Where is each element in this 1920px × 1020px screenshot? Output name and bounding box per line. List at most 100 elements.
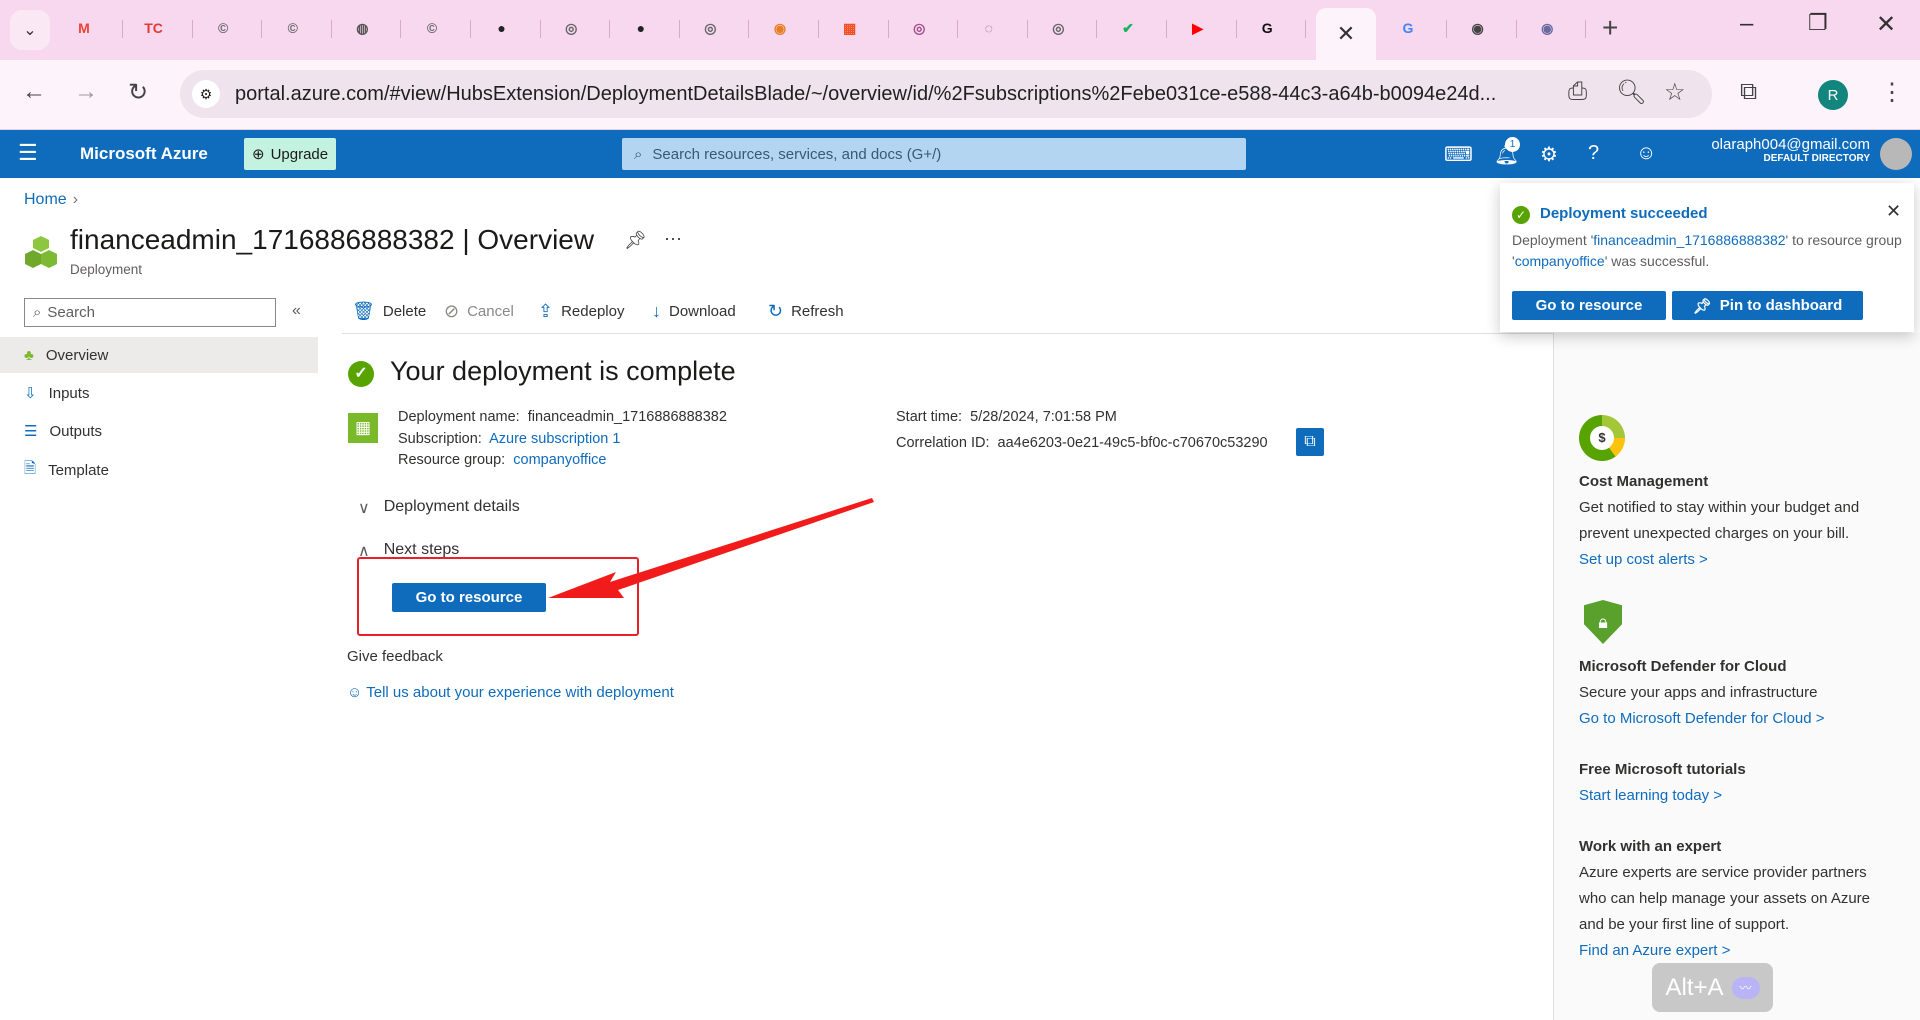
microsoft-icon: ▦ (842, 19, 857, 36)
sidebar-item-template[interactable]: 🗎︎ Template (0, 452, 318, 488)
browser-tab[interactable]: ▶ (1184, 14, 1212, 42)
redeploy-button[interactable]: ⇪ Redeploy (538, 298, 624, 324)
tab-separator (957, 20, 959, 38)
browser-tab[interactable]: ✔ (1114, 14, 1142, 42)
help-icon[interactable]: ? (1588, 142, 1599, 165)
refresh-button[interactable]: ↻ Refresh (768, 298, 844, 324)
inputs-icon: ⇩ (24, 385, 37, 402)
site-icon: ◉ (1541, 19, 1554, 36)
browser-tab[interactable]: ● (488, 14, 516, 42)
upload-icon: ⇪ (538, 300, 554, 321)
expert-text: Azure experts are service provider partn… (1579, 864, 1867, 881)
download-icon: ↓ (652, 300, 661, 321)
refresh-icon: ↻ (768, 300, 784, 321)
tc-icon: TC (144, 20, 163, 36)
browser-tab[interactable]: ◌ (975, 14, 1003, 42)
browser-tab[interactable]: G (1253, 14, 1281, 42)
close-icon[interactable]: ✕ (1886, 201, 1901, 222)
feedback-link[interactable]: ☺ Tell us about your experience with dep… (347, 684, 674, 701)
recommendations-panel: $ Cost Management Get notified to stay w… (1553, 333, 1920, 1020)
browser-tab[interactable]: ◎ (696, 14, 724, 42)
cost-text: Get notified to stay within your budget … (1579, 499, 1860, 516)
reload-button[interactable]: ↻ (128, 78, 148, 107)
defender-link[interactable]: Go to Microsoft Defender for Cloud > (1579, 706, 1825, 732)
sidebar-item-overview[interactable]: ♣ Overview (0, 337, 318, 373)
collapse-sidebar-icon[interactable]: « (292, 302, 301, 320)
tab-search-button[interactable]: ⌄ (10, 10, 50, 50)
pin-icon[interactable]: 📌︎ (624, 230, 647, 251)
search-icon: ⌕ (33, 304, 42, 321)
breadcrumb-home[interactable]: Home (24, 191, 67, 208)
shortcut-overlay[interactable]: Alt+A 〰 (1652, 963, 1773, 1012)
feedback-icon[interactable]: ☺ (1636, 142, 1656, 165)
resource-group-link[interactable]: companyoffice (513, 452, 606, 468)
minimize-button[interactable]: – (1740, 10, 1753, 38)
browser-tab[interactable]: TC (140, 14, 168, 42)
portal-menu-icon[interactable]: ☰ (18, 140, 38, 166)
browser-menu-icon[interactable]: ⋮ (1880, 78, 1904, 107)
account-info[interactable]: olaraph004@gmail.com DEFAULT DIRECTORY (1711, 136, 1870, 164)
copy-icon[interactable]: ⧉ (1296, 428, 1324, 456)
go-to-resource-button[interactable]: Go to resource (392, 583, 546, 612)
bookmark-star-icon[interactable]: ☆ (1664, 78, 1686, 107)
settings-gear-icon[interactable]: ⚙ (1540, 142, 1558, 167)
more-options-icon[interactable]: ··· (664, 228, 682, 249)
new-tab-button[interactable]: + (1602, 12, 1618, 44)
browser-tab[interactable]: © (209, 14, 237, 42)
forward-button[interactable]: → (74, 78, 98, 106)
browser-tab[interactable]: ● (627, 14, 655, 42)
toast-group-link[interactable]: companyoffice (1515, 253, 1605, 269)
azure-brand[interactable]: Microsoft Azure (80, 144, 208, 164)
zoom-icon[interactable]: 🔍︎ (1616, 78, 1646, 107)
address-bar[interactable]: ⚙ portal.azure.com/#view/HubsExtension/D… (180, 70, 1712, 118)
correlation-id-row: Correlation ID: aa4e6203-0e21-49c5-bf0c-… (896, 435, 1268, 451)
toast-go-to-resource-button[interactable]: Go to resource (1512, 291, 1666, 320)
colorful-icon: ◉ (773, 19, 787, 36)
install-icon[interactable]: ⎙ (1568, 78, 1587, 106)
browser-tab[interactable]: ▦ (836, 14, 864, 42)
global-search-input[interactable]: ⌕ Search resources, services, and docs (G… (622, 138, 1246, 170)
cost-management-icon: $ (1579, 415, 1625, 461)
close-tab-icon[interactable]: ✕ (1337, 21, 1355, 47)
profile-avatar[interactable]: R (1818, 80, 1848, 110)
toast-deployment-link[interactable]: financeadmin_1716886888382 (1593, 232, 1785, 248)
upgrade-button[interactable]: ⊕ Upgrade (244, 138, 337, 170)
site-icon: ◎ (565, 19, 578, 36)
browser-tab[interactable]: © (418, 14, 446, 42)
expert-link[interactable]: Find an Azure expert > (1579, 938, 1730, 964)
close-window-button[interactable]: ✕ (1876, 10, 1896, 39)
browser-tab[interactable]: ◎ (905, 14, 933, 42)
pin-to-dashboard-button[interactable]: 📌︎ Pin to dashboard (1672, 291, 1863, 320)
browser-tab[interactable]: © (279, 14, 307, 42)
extensions-icon[interactable]: ⧉ (1740, 78, 1757, 106)
sidebar-search-input[interactable]: ⌕ Search (24, 298, 276, 327)
cloud-shell-icon[interactable]: ⌨ (1444, 142, 1473, 167)
browser-tab[interactable]: ◉ (766, 14, 794, 42)
browser-tab[interactable]: ◉ (1464, 14, 1492, 42)
restore-button[interactable]: ❐ (1808, 10, 1828, 36)
active-tab[interactable]: ✕ (1316, 8, 1376, 60)
cancel-button[interactable]: ⊘ Cancel (444, 298, 514, 324)
deployment-details-toggle[interactable]: ∨ Deployment details (358, 498, 520, 518)
download-button[interactable]: ↓ Download (652, 298, 736, 324)
browser-tab[interactable]: ◉ (1533, 14, 1561, 42)
subscription-link[interactable]: Azure subscription 1 (489, 431, 620, 447)
tutorials-link[interactable]: Start learning today > (1579, 783, 1722, 809)
browser-tab[interactable]: ◎ (1044, 14, 1072, 42)
delete-button[interactable]: 🗑︎ Delete (352, 298, 426, 324)
url-text[interactable]: portal.azure.com/#view/HubsExtension/Dep… (235, 83, 1496, 106)
sidebar-item-inputs[interactable]: ⇩ Inputs (0, 375, 318, 411)
site-settings-icon[interactable]: ⚙ (192, 80, 220, 108)
back-button[interactable]: ← (22, 78, 46, 106)
browser-toolbar: ← → ↻ ⚙ portal.azure.com/#view/HubsExten… (0, 60, 1920, 130)
browser-tab[interactable]: M (70, 14, 98, 42)
tab-separator (1446, 20, 1447, 38)
browser-tab[interactable]: ◎ (557, 14, 585, 42)
azure-header: ☰ Microsoft Azure ⊕ Upgrade ⌕ Search resou… (0, 130, 1920, 178)
account-avatar[interactable] (1880, 138, 1912, 170)
defender-title: Microsoft Defender for Cloud (1579, 658, 1787, 675)
sidebar-item-outputs[interactable]: ☰ Outputs (0, 413, 318, 449)
browser-tab[interactable]: ◍ (348, 14, 376, 42)
cost-alerts-link[interactable]: Set up cost alerts > (1579, 547, 1708, 573)
browser-tab[interactable]: G (1394, 14, 1422, 42)
